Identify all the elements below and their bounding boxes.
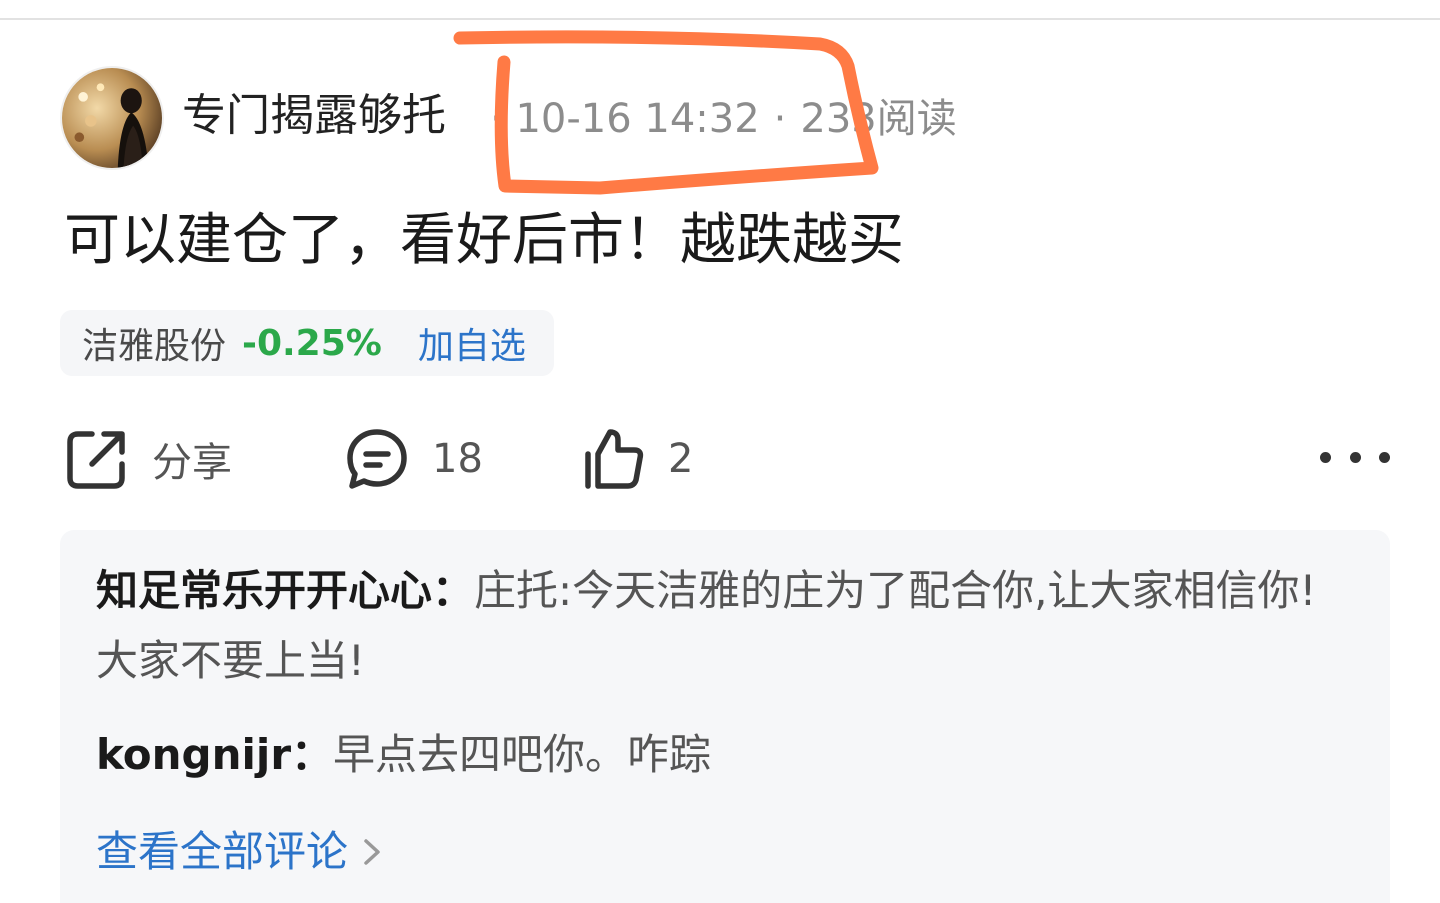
- view-all-comments-link[interactable]: 查看全部评论: [96, 820, 386, 884]
- more-dot-icon: [1349, 451, 1361, 463]
- read-count: 233: [800, 96, 877, 142]
- comment-username[interactable]: kongnijr: [96, 730, 291, 779]
- post-meta: · 10-16 14:32 · 233阅读: [490, 94, 957, 144]
- stock-name[interactable]: 洁雅股份: [82, 317, 226, 369]
- post-date: 10-16 14:32: [515, 96, 760, 142]
- more-options-button[interactable]: [1320, 440, 1390, 474]
- view-all-label: 查看全部评论: [96, 827, 349, 876]
- comment-text: 早点去四吧你。咋踪: [333, 730, 712, 779]
- avatar[interactable]: [60, 66, 164, 170]
- chevron-right-icon: [364, 839, 380, 865]
- like-button[interactable]: 2: [580, 424, 693, 494]
- meta-separator: ·: [773, 96, 787, 142]
- more-dot-icon: [1320, 451, 1331, 463]
- comment-item[interactable]: kongnijr：早点去四吧你。咋踪: [96, 720, 1358, 790]
- like-count: 2: [668, 436, 694, 482]
- add-watchlist-button[interactable]: 加自选: [418, 317, 526, 369]
- comment-button[interactable]: 18: [344, 424, 483, 494]
- meta-separator-lead: ·: [490, 96, 503, 142]
- read-label: 阅读: [876, 96, 957, 142]
- top-divider: [0, 18, 1440, 20]
- share-button[interactable]: 分享: [64, 424, 232, 494]
- comment-colon: ：: [432, 566, 475, 615]
- comment-count: 18: [432, 436, 483, 482]
- stock-change: -0.25%: [242, 322, 382, 364]
- more-dot-icon: [1379, 451, 1390, 463]
- share-icon: [67, 431, 125, 489]
- thumbs-up-icon: [585, 429, 644, 489]
- comment-item[interactable]: 知足常乐开开心心：庄托:今天洁雅的庄为了配合你,让大家相信你!大家不要上当!: [96, 556, 1358, 696]
- comment-username[interactable]: 知足常乐开开心心: [96, 566, 432, 615]
- comment-icon: [347, 429, 407, 489]
- comments-preview: 知足常乐开开心心：庄托:今天洁雅的庄为了配合你,让大家相信你!大家不要上当! k…: [60, 530, 1390, 903]
- avatar-image: [62, 68, 162, 168]
- author-name[interactable]: 专门揭露够托: [182, 88, 446, 144]
- share-label: 分享: [152, 440, 232, 486]
- comment-colon: ：: [291, 730, 334, 779]
- post-text[interactable]: 可以建仓了，看好后市！越跌越买: [64, 205, 904, 277]
- stock-chip[interactable]: 洁雅股份 -0.25% 加自选: [60, 310, 554, 376]
